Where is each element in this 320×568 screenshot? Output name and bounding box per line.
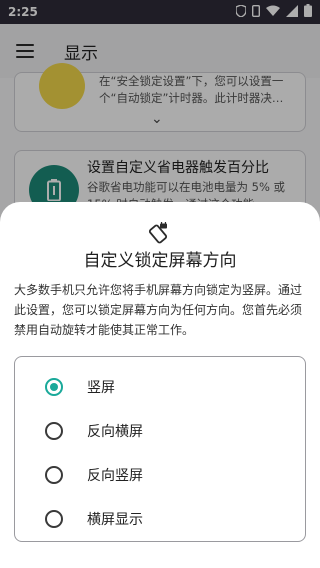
sheet-description: 大多数手机只允许您将手机屏幕方向锁定为竖屏。通过此设置，您可以锁定屏幕方向为任何… xyxy=(14,283,303,337)
radio-button[interactable] xyxy=(45,378,63,396)
option-reverse-landscape[interactable]: 反向横屏 xyxy=(15,409,305,453)
sheet-title: 自定义锁定屏幕方向 xyxy=(83,251,237,271)
radio-button[interactable] xyxy=(45,510,63,528)
option-label: 反向竖屏 xyxy=(87,468,143,484)
option-label: 反向横屏 xyxy=(87,424,143,440)
option-landscape[interactable]: 横屏显示 xyxy=(15,497,305,541)
radio-button[interactable] xyxy=(45,466,63,484)
option-label: 横屏显示 xyxy=(87,512,143,528)
screen-rotation-lock-icon xyxy=(147,220,169,244)
option-label: 竖屏 xyxy=(87,380,115,396)
radio-button[interactable] xyxy=(45,422,63,440)
orientation-options: 竖屏 反向横屏 反向竖屏 横屏显示 xyxy=(14,356,306,542)
orientation-bottom-sheet: 自定义锁定屏幕方向 大多数手机只允许您将手机屏幕方向锁定为竖屏。通过此设置，您可… xyxy=(0,202,320,568)
option-reverse-portrait[interactable]: 反向竖屏 xyxy=(15,453,305,497)
option-portrait[interactable]: 竖屏 xyxy=(15,365,305,409)
